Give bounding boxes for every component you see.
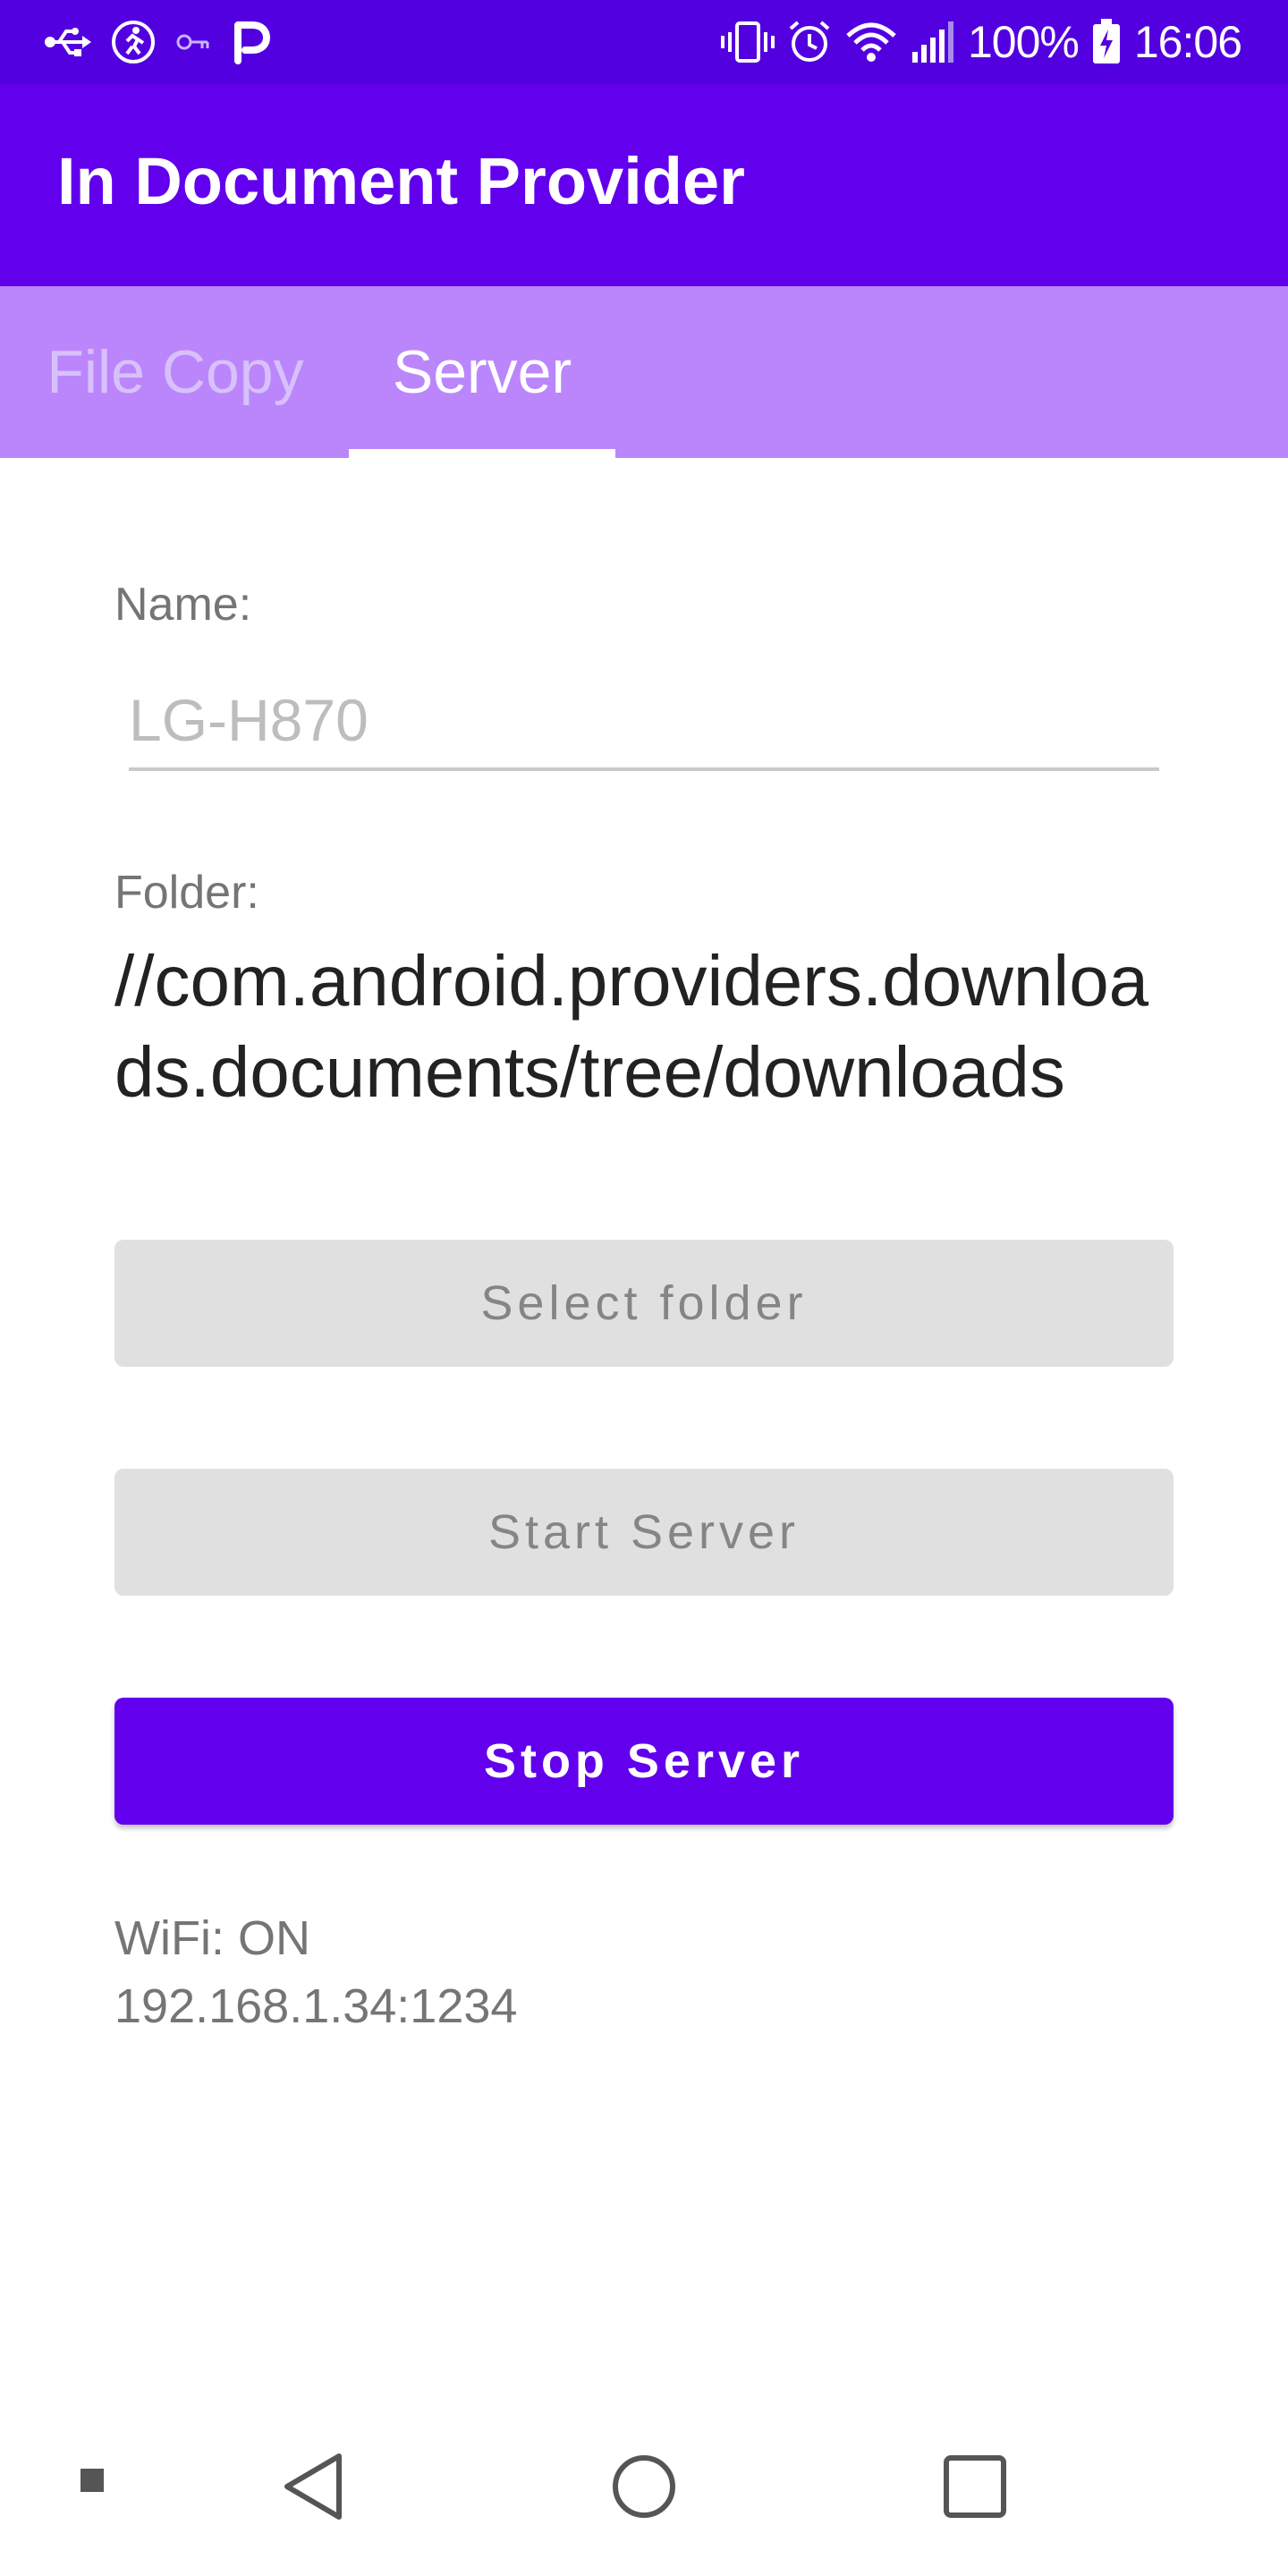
recents-icon[interactable] — [930, 2442, 1020, 2531]
select-folder-button[interactable]: Select folder — [114, 1240, 1174, 1367]
wifi-status: WiFi: ON — [114, 1911, 310, 1965]
folder-path: //com.android.providers.downloads.docume… — [114, 941, 1149, 1112]
server-address: 192.168.1.34:1234 — [114, 1979, 518, 2033]
status-bar-right-icons: 100% 16:06 — [720, 0, 1242, 84]
usb-icon — [45, 24, 91, 60]
stop-server-button[interactable]: Stop Server — [114, 1698, 1174, 1825]
app-title: In Document Provider — [57, 144, 745, 218]
screen: 100% 16:06 In Document Provider File Cop… — [0, 0, 1288, 2576]
navigation-bar — [0, 2397, 1288, 2576]
clock: 16:06 — [1133, 17, 1242, 67]
app-bar: In Document Provider — [0, 84, 1288, 286]
p-app-icon — [231, 20, 270, 64]
back-icon[interactable] — [268, 2442, 358, 2531]
wifi-icon — [844, 20, 898, 64]
home-icon[interactable] — [599, 2442, 689, 2531]
vibrate-icon — [720, 20, 775, 64]
tab-selected-indicator — [349, 449, 615, 458]
signal-icon — [911, 20, 955, 64]
start-server-button[interactable]: Start Server — [114, 1469, 1174, 1596]
tab-server[interactable]: Server — [349, 286, 615, 458]
tab-file-copy[interactable]: File Copy — [25, 286, 326, 458]
running-person-icon — [111, 20, 156, 64]
folder-label: Folder: — [114, 867, 259, 919]
tab-bar: File Copy Server — [0, 286, 1288, 458]
menu-dot-icon[interactable] — [72, 2460, 113, 2501]
battery-percent: 100% — [967, 17, 1080, 67]
key-icon — [175, 29, 211, 55]
status-bar: 100% 16:06 — [0, 0, 1288, 84]
battery-charging-icon — [1091, 19, 1122, 65]
status-bar-left-icons — [45, 0, 270, 84]
name-label: Name: — [114, 579, 252, 631]
alarm-icon — [787, 20, 832, 64]
name-input[interactable] — [129, 673, 1159, 771]
